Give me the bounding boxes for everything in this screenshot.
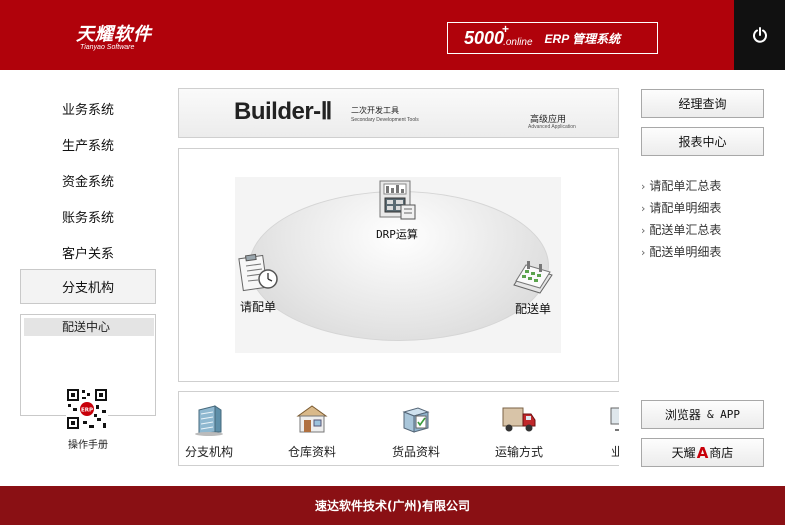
manager-query-button[interactable]: 经理查询 [641,89,764,118]
left-sidebar: 业务系统 生产系统 资金系统 账务系统 客户关系 分支机构 配送中心 ERP 操… [0,70,170,486]
calendar-icon [513,261,553,294]
browser-app-suffix: & APP [706,408,741,421]
browser-app-button[interactable]: 浏览器 & APP [641,400,764,429]
chevron-right-icon: › [641,202,646,215]
flow-node-drp[interactable]: DRP运算 [372,179,422,242]
sidebar-item-crm[interactable]: 客户关系 [20,237,156,267]
monitor-icon [610,407,619,431]
footer-company-name: 速达软件技术(广州)有限公司 [315,499,470,513]
sidebar-item-production[interactable]: 生产系统 [20,129,156,159]
builder-title-roman: Ⅱ [320,99,333,125]
product-brand-box: 5000 + .online ERP 管理系统 [447,22,658,54]
quick-access-bar: 分支机构 仓库资料 货品资料 运输方式 业务 [178,391,619,466]
clipboard-clock-icon [238,253,278,292]
advanced-app-en: Advanced Application [528,124,576,130]
flow-node-delivery-label: 配送单 [514,302,551,316]
builder-title: Builder-Ⅱ [234,97,332,126]
builder-banner[interactable]: Builder-Ⅱ 二次开发工具 Secondary Development T… [178,88,619,138]
brand-number: 5000 [464,27,505,48]
truck-icon [502,407,536,432]
quick-item-transport-label: 运输方式 [494,445,543,459]
quick-item-goods[interactable]: 货品资料 [376,402,456,460]
qr-code-icon[interactable]: ERP [66,388,108,430]
report-link-label: 请配单汇总表 [649,179,722,193]
quick-item-business[interactable]: 业务 [583,402,619,460]
flow-node-request[interactable]: 请配单 [233,253,283,315]
quick-item-business-label: 业务 [583,443,619,460]
builder-title-text: Builder- [234,98,321,125]
report-center-button[interactable]: 报表中心 [641,127,764,156]
app-footer: 速达软件技术(广州)有限公司 [0,486,785,525]
report-link-label: 请配单明细表 [649,201,722,215]
chevron-right-icon: › [641,180,646,193]
warehouse-icon [296,405,328,433]
building-icon [195,405,223,436]
app-header: 天耀软件 Tianyao Software 5000 + .online ERP… [0,0,785,70]
qr-badge-text: ERP [81,408,93,414]
report-link-request-summary[interactable]: › 请配单汇总表 [641,175,721,197]
flow-node-drp-label: DRP运算 [376,228,418,241]
company-logo: 天耀软件 Tianyao Software [76,20,152,51]
brand-online: .online [503,36,533,48]
store-a-logo-icon: A [696,443,709,462]
sidebar-item-branches[interactable]: 分支机构 [20,269,156,304]
report-link-label: 配送单明细表 [649,245,722,259]
builder-subtitle-en: Secondary Development Tools [351,117,419,123]
tianyao-store-button[interactable]: 天耀 A 商店 [641,438,764,467]
browser-app-label: 浏览器 [664,408,701,422]
builder-subtitle-cn: 二次开发工具 [351,106,399,115]
power-icon [752,27,767,43]
report-link-delivery-summary[interactable]: › 配送单汇总表 [641,219,721,241]
flow-node-request-label: 请配单 [239,300,276,314]
brand-plus: + [502,22,510,36]
sidebar-item-accounting[interactable]: 账务系统 [20,201,156,231]
quick-item-goods-label: 货品资料 [391,445,440,459]
report-link-request-detail[interactable]: › 请配单明细表 [641,197,721,219]
quick-item-transport[interactable]: 运输方式 [479,402,559,460]
quick-item-warehouse-label: 仓库资料 [287,445,336,459]
distribution-flow-panel: DRP运算 请配单 配送单 [178,148,619,382]
report-link-label: 配送单汇总表 [649,223,722,237]
calculator-icon [379,180,416,220]
report-links-list: › 请配单汇总表 › 请配单明细表 › 配送单汇总表 › 配送单明细表 [641,175,721,263]
chevron-right-icon: › [641,246,646,259]
sidebar-item-business[interactable]: 业务系统 [20,93,156,123]
goods-check-icon [402,407,430,433]
manual-label[interactable]: 操作手册 [56,436,120,451]
store-label-left: 天耀 [671,446,696,460]
logo-text-cn: 天耀软件 [76,24,152,45]
quick-item-warehouse[interactable]: 仓库资料 [272,402,352,460]
brand-erp-title: ERP 管理系统 [544,31,621,46]
distribution-center-title[interactable]: 配送中心 [24,318,154,336]
chevron-right-icon: › [641,224,646,237]
quick-item-branches-label: 分支机构 [184,445,233,459]
quick-item-branches[interactable]: 分支机构 [179,402,249,460]
report-link-delivery-detail[interactable]: › 配送单明细表 [641,241,721,263]
flow-node-delivery[interactable]: 配送单 [507,255,559,317]
power-button[interactable] [734,0,785,70]
store-label-right: 商店 [709,446,734,460]
sidebar-item-funds[interactable]: 资金系统 [20,165,156,195]
